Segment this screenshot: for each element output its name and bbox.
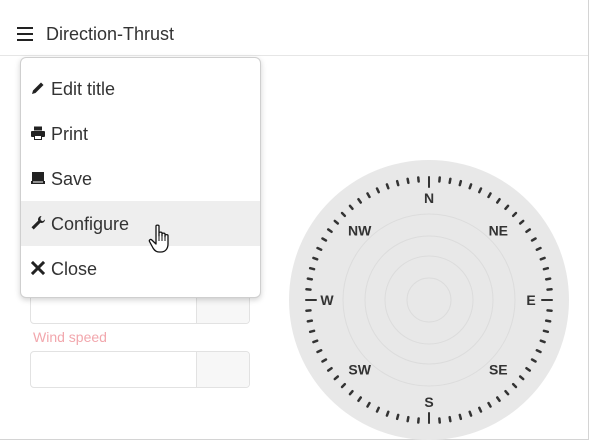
compass-label-s: S bbox=[424, 394, 433, 410]
compass-minor-tick bbox=[530, 237, 537, 242]
pencil-icon bbox=[32, 82, 44, 94]
compass-minor-tick bbox=[487, 192, 492, 199]
wind-speed-input-addon bbox=[196, 352, 249, 387]
compass-minor-tick bbox=[321, 358, 328, 363]
compass-minor-tick bbox=[385, 410, 390, 417]
compass-minor-tick bbox=[468, 410, 473, 417]
compass-minor-tick bbox=[448, 415, 452, 423]
compass-minor-tick bbox=[448, 177, 452, 185]
widget-title: Direction-Thrust bbox=[46, 24, 175, 44]
menu-item-label: Configure bbox=[51, 214, 130, 234]
compass-label-e: E bbox=[526, 292, 535, 308]
compass-label-w: W bbox=[320, 292, 334, 308]
compass-minor-tick bbox=[478, 187, 483, 194]
compass-label-ne: NE bbox=[489, 223, 508, 239]
compass-minor-tick bbox=[308, 266, 316, 271]
menu-item-label: Edit title bbox=[51, 79, 116, 99]
compass-minor-tick bbox=[542, 329, 550, 334]
compass-label-n: N bbox=[424, 190, 434, 206]
close-icon bbox=[30, 260, 46, 276]
compass-minor-tick bbox=[535, 246, 542, 251]
compass-minor-tick bbox=[539, 256, 546, 261]
menu-item-edit-title[interactable]: Edit title bbox=[21, 66, 260, 111]
menu-item-label: Close bbox=[51, 259, 98, 279]
compass-minor-tick bbox=[458, 179, 463, 187]
compass-minor-tick bbox=[366, 192, 371, 199]
compass-minor-tick bbox=[308, 329, 316, 334]
compass-minor-tick bbox=[316, 349, 323, 354]
menu-item-print[interactable]: Print bbox=[21, 111, 260, 156]
compass-minor-tick bbox=[395, 413, 400, 421]
widget-header: Direction-Thrust bbox=[0, 0, 588, 56]
compass-minor-tick bbox=[312, 256, 319, 261]
compass-minor-tick bbox=[478, 406, 483, 413]
compass-minor-tick bbox=[544, 319, 552, 323]
compass-label-sw: SW bbox=[348, 361, 371, 377]
compass-minor-tick bbox=[312, 339, 319, 344]
compass-minor-tick bbox=[395, 179, 400, 187]
compass-minor-tick bbox=[539, 339, 546, 344]
menu-item-close[interactable]: Close bbox=[21, 246, 260, 291]
wind-speed-input[interactable] bbox=[30, 351, 250, 388]
compass-minor-tick bbox=[385, 183, 390, 190]
compass-minor-tick bbox=[544, 277, 552, 281]
compass-label-nw: NW bbox=[348, 223, 372, 239]
compass-minor-tick bbox=[316, 246, 323, 251]
menu-item-label: Save bbox=[51, 169, 93, 189]
compass-minor-tick bbox=[535, 349, 542, 354]
widget-frame: Direction-Thrust Wind speed N NE E SE S SW W NW… bbox=[0, 0, 589, 440]
compass-minor-tick bbox=[458, 413, 463, 421]
save-icon bbox=[31, 172, 45, 184]
menu-item-save[interactable]: Save bbox=[21, 156, 260, 201]
compass-minor-tick bbox=[321, 237, 328, 242]
compass-minor-tick bbox=[375, 187, 380, 194]
hamburger-icon[interactable] bbox=[17, 27, 33, 41]
compass-minor-tick bbox=[306, 277, 314, 281]
printer-icon bbox=[31, 126, 45, 140]
compass-minor-tick bbox=[375, 406, 380, 413]
wind-speed-label: Wind speed bbox=[33, 329, 107, 345]
compass-dial: N NE E SE S SW W NW bbox=[289, 160, 569, 440]
compass-minor-tick bbox=[468, 183, 473, 190]
menu-item-label: Print bbox=[51, 124, 89, 144]
compass-minor-tick bbox=[306, 319, 314, 323]
compass-minor-tick bbox=[487, 401, 492, 408]
hand-pointer-cursor bbox=[148, 224, 169, 253]
menu-item-configure[interactable]: Configure bbox=[21, 201, 260, 246]
compass-minor-tick bbox=[530, 358, 537, 363]
compass-minor-tick bbox=[542, 266, 550, 271]
compass-label-se: SE bbox=[489, 361, 508, 377]
compass-minor-tick bbox=[406, 177, 410, 185]
wrench-icon bbox=[31, 216, 45, 230]
context-menu: Edit title Print Save Configure Close bbox=[20, 57, 261, 298]
compass-minor-tick bbox=[366, 401, 371, 408]
compass-minor-tick bbox=[406, 415, 410, 423]
